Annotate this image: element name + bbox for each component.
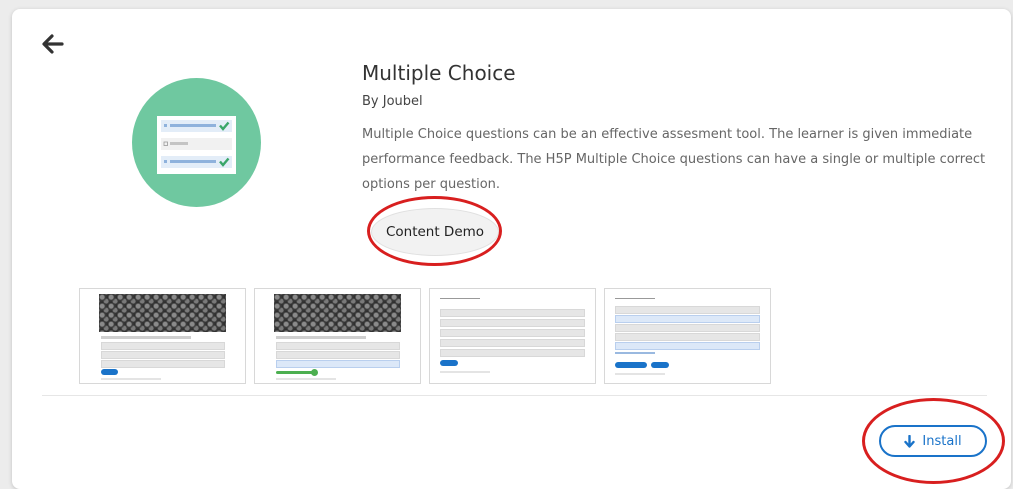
- section-divider: [42, 395, 987, 396]
- install-label: Install: [922, 433, 962, 449]
- screenshot-2[interactable]: [254, 288, 421, 384]
- arrow-down-icon: [904, 434, 916, 448]
- content-type-title: Multiple Choice: [362, 61, 516, 85]
- screenshot-3[interactable]: [429, 288, 596, 384]
- content-type-author: By Joubel: [362, 94, 423, 109]
- content-demo-button[interactable]: Content Demo: [371, 208, 499, 256]
- screenshot-1[interactable]: [79, 288, 246, 384]
- content-type-detail-card: Multiple Choice By Joubel Multiple Choic…: [12, 9, 1011, 489]
- multiple-choice-icon: [132, 78, 261, 207]
- content-type-description: Multiple Choice questions can be an effe…: [362, 127, 986, 192]
- back-button[interactable]: [41, 33, 65, 55]
- install-button[interactable]: Install: [879, 425, 987, 457]
- screenshot-4[interactable]: [604, 288, 771, 384]
- arrow-left-icon: [42, 34, 64, 54]
